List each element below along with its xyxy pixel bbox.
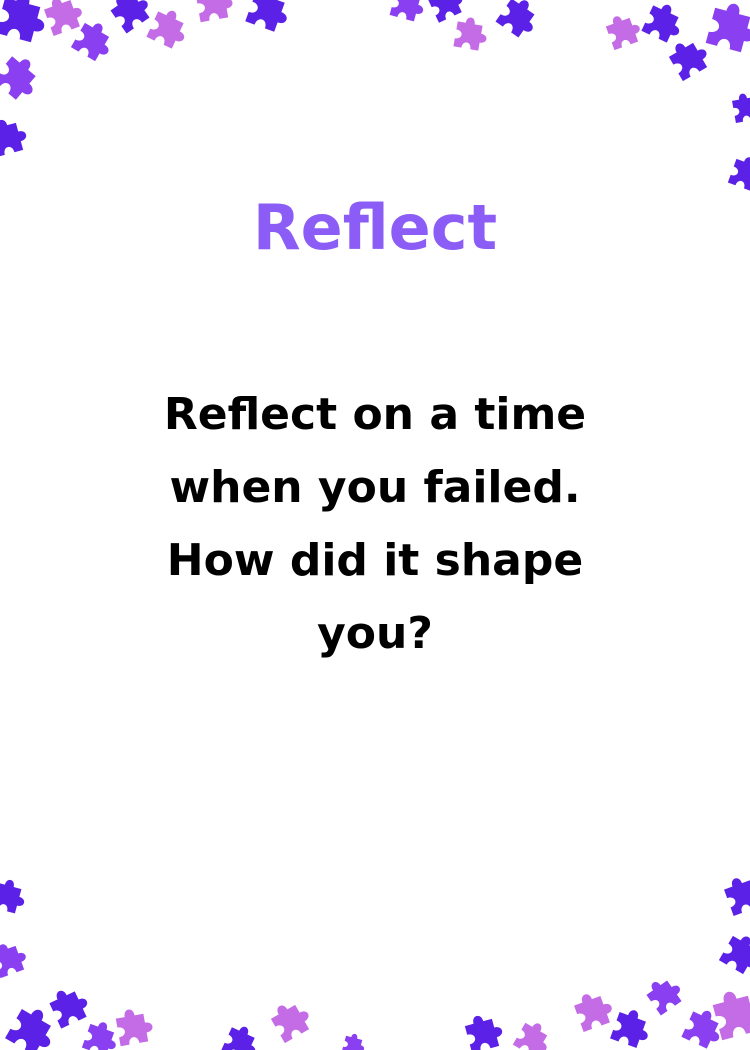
puzzle-piece-icon (114, 1005, 155, 1047)
puzzle-piece-icon (245, 0, 295, 35)
puzzle-piece-icon (610, 1005, 655, 1050)
puzzle-piece-icon (665, 33, 713, 82)
puzzle-piece-icon (0, 114, 30, 158)
reflection-prompt: Reflect on a time when you failed. How d… (115, 378, 635, 670)
puzzle-piece-icon (571, 987, 617, 1032)
puzzle-piece-icon (710, 984, 750, 1041)
puzzle-piece-icon (0, 0, 52, 45)
puzzle-piece-icon (0, 876, 29, 916)
prompt-line: you? (317, 608, 433, 659)
puzzle-piece-icon (106, 0, 156, 34)
puzzle-piece-icon (221, 1021, 263, 1050)
puzzle-piece-icon (603, 10, 644, 51)
puzzle-piece-icon (641, 0, 688, 46)
puzzle-piece-icon (267, 995, 315, 1044)
prompt-line: How did it shape (166, 535, 584, 586)
puzzle-piece-icon (41, 0, 87, 36)
puzzle-piece-icon (718, 930, 750, 978)
puzzle-piece-icon (81, 1018, 122, 1050)
puzzle-piece-icon (0, 50, 47, 105)
puzzle-piece-icon (425, 0, 468, 23)
puzzle-piece-icon (453, 15, 490, 52)
reflection-card: Reflect Reflect on a time when you faile… (0, 0, 750, 1050)
card-title: Reflect (252, 191, 498, 264)
puzzle-piece-icon (731, 90, 750, 123)
puzzle-piece-icon (512, 1017, 556, 1050)
puzzle-piece-icon (495, 0, 544, 42)
puzzle-piece-icon (705, 0, 750, 55)
puzzle-piece-icon (642, 971, 687, 1016)
puzzle-piece-icon (194, 0, 235, 23)
puzzle-piece-icon (46, 982, 93, 1029)
puzzle-piece-icon (0, 938, 30, 979)
puzzle-piece-icon (463, 1010, 506, 1050)
puzzle-piece-icon (389, 0, 428, 24)
puzzle-piece-icon (341, 1031, 368, 1050)
prompt-line: Reflect on a time (163, 389, 587, 440)
puzzle-piece-icon (146, 5, 193, 52)
prompt-line: when you failed. (169, 462, 581, 513)
puzzle-piece-icon (721, 871, 750, 916)
